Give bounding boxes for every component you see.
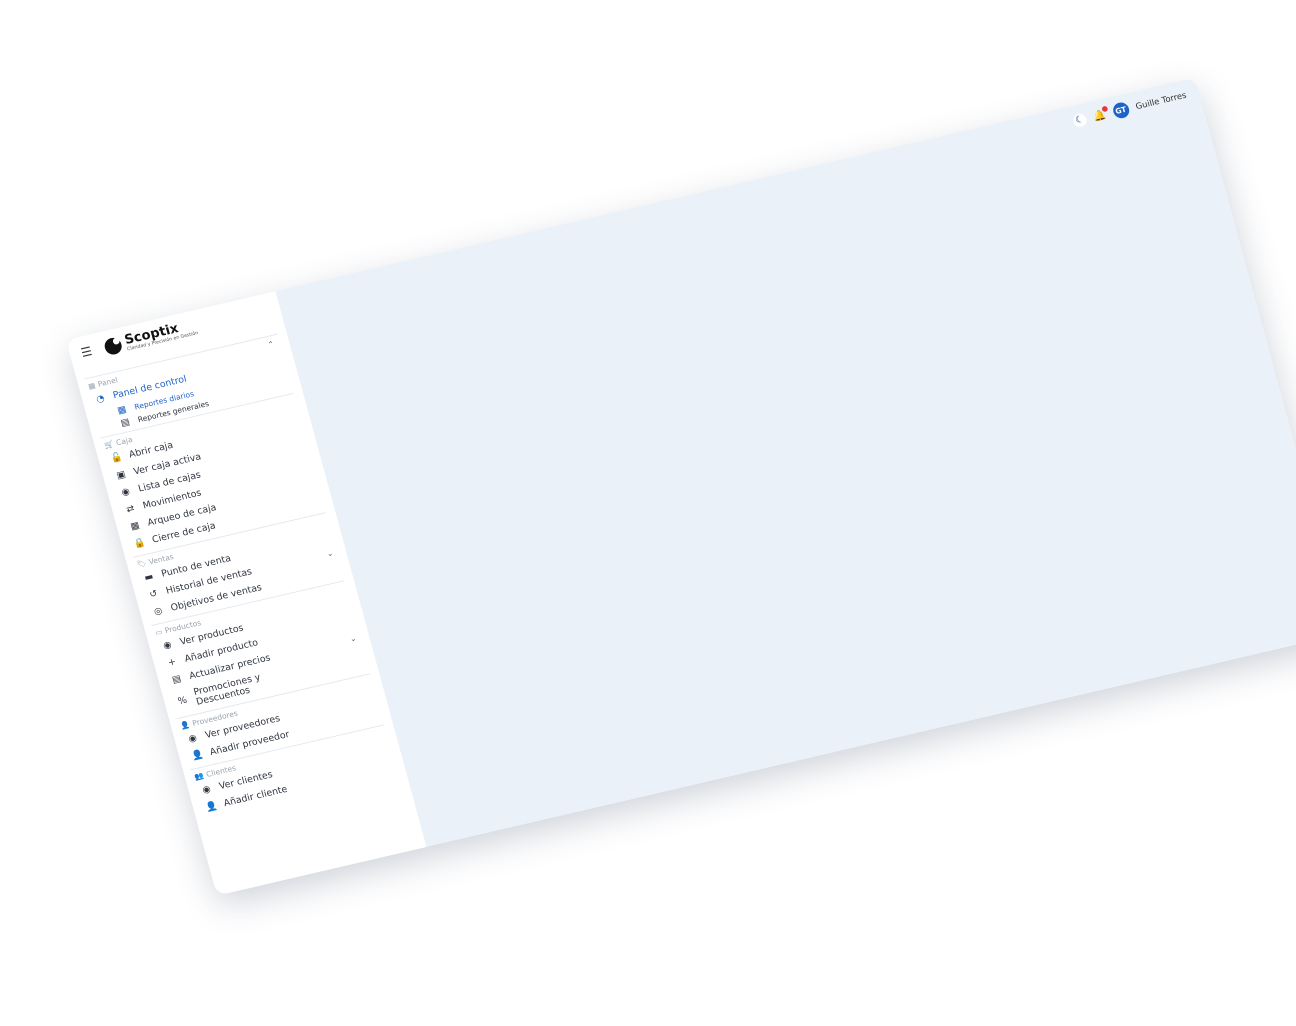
calculator-icon: ▦	[129, 520, 141, 533]
file-report-icon: ▤	[119, 416, 131, 429]
user-name[interactable]: Guille Torres	[1135, 91, 1188, 112]
avatar[interactable]: GT	[1111, 101, 1131, 120]
moon-icon[interactable]: ☾	[1071, 112, 1088, 128]
users-icon: 👤	[179, 720, 191, 731]
notification-dot	[1101, 105, 1108, 113]
plus-icon: +	[166, 656, 178, 669]
bell-icon[interactable]: 🔔	[1092, 105, 1108, 123]
hamburger-menu-icon[interactable]: ☰	[79, 344, 93, 360]
sidebar: ☰ Scoptix Claridad y Precisión en Gestió…	[66, 291, 427, 896]
sidebar-nav: ▦ Panel ⌃ ◔ Panel de control ▦ Reportes …	[84, 331, 397, 818]
app-window: ☾ 🔔 GT Guille Torres ☰ Scoptix Claridad …	[66, 77, 1296, 896]
table-icon: ▦	[87, 381, 97, 391]
cart-icon: 🛒	[103, 439, 115, 450]
calendar-icon: ▦	[116, 403, 128, 416]
user-plus-icon: 👤	[204, 800, 219, 814]
users-icon: 👥	[193, 771, 205, 782]
box-icon: ▭	[154, 627, 164, 638]
eye-icon: ◉	[187, 732, 199, 745]
logo-icon	[102, 336, 124, 357]
history-icon: ↺	[148, 588, 159, 601]
tag-icon: 🏷	[135, 558, 148, 570]
chevron-down-icon[interactable]: ⌄	[349, 634, 357, 643]
price-tag-icon: ▤	[171, 673, 183, 686]
cash-register-icon: ▣	[115, 469, 127, 482]
screenshot-stage: ☾ 🔔 GT Guille Torres ☰ Scoptix Claridad …	[0, 0, 1296, 1026]
user-plus-icon: 👤	[190, 749, 205, 763]
lock-icon: 🔒	[132, 537, 147, 550]
eye-icon: ◉	[162, 639, 173, 652]
eye-icon: ◉	[120, 486, 132, 499]
target-icon: ◎	[152, 605, 164, 618]
chart-pie-icon: ◔	[95, 393, 106, 406]
chevron-up-icon[interactable]: ⌃	[267, 340, 275, 349]
top-bar: ☾ 🔔 GT Guille Torres	[1071, 88, 1188, 129]
store-icon: ▬	[143, 571, 155, 584]
brand-logo[interactable]: Scoptix Claridad y Precisión en Gestión	[102, 318, 199, 357]
chevron-down-icon[interactable]: ⌄	[326, 549, 334, 558]
percent-icon: %	[176, 694, 189, 707]
exchange-icon: ⇄	[125, 503, 136, 516]
eye-icon: ◉	[201, 784, 212, 796]
unlock-icon: 🔓	[109, 452, 124, 465]
